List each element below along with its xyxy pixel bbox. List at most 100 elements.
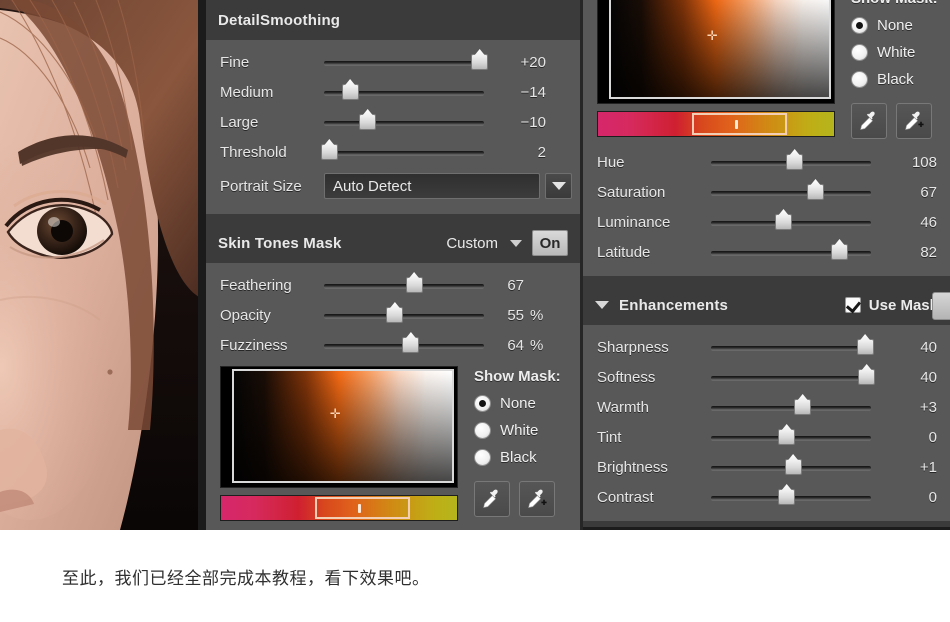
slider-knob-medium[interactable] [341, 84, 359, 100]
slider-row-medium[interactable]: Medium −14 [206, 77, 580, 107]
slider-knob-warmth[interactable] [794, 399, 812, 415]
slider-value-luminance: 46 [920, 213, 937, 231]
slider-row-tint[interactable]: Tint 0 [583, 422, 950, 452]
slider-row-large[interactable]: Large −10 [206, 107, 580, 137]
slider-value-warmth: +3 [919, 398, 937, 416]
slider-knob-saturation[interactable] [807, 184, 824, 200]
enhancements-panel: Enhancements Use Mask Sharpness 40 Softn… [583, 285, 950, 521]
radio-row-black[interactable]: Black [474, 444, 561, 471]
slider-knob-feathering[interactable] [405, 277, 423, 293]
skin-tones-mask-toggle[interactable]: On [532, 230, 568, 256]
slider-row-saturation[interactable]: Saturation 67 [583, 177, 950, 207]
slider-row-latitude[interactable]: Latitude 82 [583, 237, 950, 267]
detail-smoothing-body: Fine +20 Medium −14 Large −10 Threshold … [206, 40, 580, 214]
slider-track-warmth[interactable] [711, 396, 871, 418]
slider-knob-threshold[interactable] [320, 144, 338, 160]
use-mask-control[interactable]: Use Mask [844, 297, 938, 314]
hue-strip[interactable] [220, 495, 458, 521]
radio-row-white[interactable]: White [851, 39, 938, 66]
slider-knob-contrast[interactable] [778, 489, 796, 505]
slider-row-brightness[interactable]: Brightness +1 [583, 452, 950, 482]
slider-unit-opacity: % [530, 306, 544, 324]
slider-label-warmth: Warmth [597, 398, 649, 416]
radio-button-white[interactable] [851, 44, 868, 61]
slider-track-luminance[interactable] [711, 211, 871, 233]
eyedropper-button[interactable] [851, 103, 887, 139]
radio-button-black[interactable] [474, 449, 491, 466]
hue-selection-range[interactable] [315, 497, 410, 519]
gradient-inner-frame: ✛ [609, 0, 831, 99]
radio-row-white[interactable]: White [474, 417, 561, 444]
slider-knob-fuzziness[interactable] [402, 337, 420, 353]
radio-button-black[interactable] [851, 71, 868, 88]
slider-track-sharpness[interactable] [711, 336, 874, 358]
slider-track-hue[interactable] [711, 151, 871, 173]
detail-smoothing-header[interactable]: DetailSmoothing [206, 0, 580, 40]
slider-row-softness[interactable]: Softness 40 [583, 362, 950, 392]
slider-knob-latitude[interactable] [831, 244, 848, 260]
slider-row-fine[interactable]: Fine +20 [206, 47, 580, 77]
radio-button-none[interactable] [474, 395, 491, 412]
slider-row-hue[interactable]: Hue 108 [583, 147, 950, 177]
slider-track-medium[interactable] [324, 81, 484, 103]
eyedropper-button-group [851, 103, 938, 139]
slider-row-sharpness[interactable]: Sharpness 40 [583, 332, 950, 362]
slider-row-threshold[interactable]: Threshold 2 [206, 137, 580, 167]
slider-knob-hue[interactable] [786, 154, 804, 170]
slider-knob-brightness[interactable] [784, 459, 802, 475]
eyedropper-add-button[interactable] [519, 481, 555, 517]
slider-track-softness[interactable] [711, 366, 876, 388]
hue-selection-marker [734, 120, 738, 129]
slider-label-brightness: Brightness [597, 458, 668, 476]
radio-row-none[interactable]: None [851, 12, 938, 39]
portrait-size-dropdown-button[interactable] [545, 173, 572, 199]
slider-row-fuzziness[interactable]: Fuzziness 64 % [206, 330, 580, 360]
slider-row-opacity[interactable]: Opacity 55 % [206, 300, 580, 330]
slider-track-brightness[interactable] [711, 456, 871, 478]
slider-track-tint[interactable] [711, 426, 871, 448]
use-mask-checkbox[interactable] [844, 297, 861, 313]
eyedropper-button[interactable] [474, 481, 510, 517]
slider-knob-large[interactable] [359, 114, 377, 130]
radio-button-none[interactable] [851, 17, 868, 34]
saturation-value-gradient-box[interactable]: ✛ [220, 366, 458, 488]
chevron-down-icon [510, 239, 522, 247]
slider-track-threshold[interactable] [320, 141, 484, 163]
slider-knob-fine[interactable] [471, 54, 489, 70]
slider-row-contrast[interactable]: Contrast 0 [583, 482, 950, 512]
slider-track-saturation[interactable] [711, 181, 871, 203]
radio-button-white[interactable] [474, 422, 491, 439]
radio-row-black[interactable]: Black [851, 66, 938, 93]
saturation-value-gradient-box[interactable]: ✛ [597, 0, 835, 104]
slider-knob-softness[interactable] [858, 369, 876, 385]
portrait-photo-preview [0, 0, 206, 530]
slider-track-large[interactable] [324, 111, 484, 133]
slider-row-feathering[interactable]: Feathering 67 [206, 270, 580, 300]
skin-tones-preset-select[interactable]: Custom [446, 235, 522, 252]
radio-row-none[interactable]: None [474, 390, 561, 417]
triangle-down-icon[interactable] [595, 301, 609, 309]
slider-track-feathering[interactable] [324, 274, 484, 296]
slider-track-contrast[interactable] [711, 486, 871, 508]
eyedropper-add-button[interactable] [896, 103, 932, 139]
slider-track-fuzziness[interactable] [324, 334, 484, 356]
caption-text: 至此，我们已经全部完成本教程，看下效果吧。 [62, 568, 430, 589]
slider-knob-luminance[interactable] [775, 214, 792, 230]
slider-knob-sharpness[interactable] [856, 339, 874, 355]
slider-row-warmth[interactable]: Warmth +3 [583, 392, 950, 422]
hue-selection-range[interactable] [692, 113, 787, 135]
slider-row-luminance[interactable]: Luminance 46 [583, 207, 950, 237]
slider-knob-opacity[interactable] [386, 307, 404, 323]
color-panel: ✛ Show Mask: Non [583, 0, 950, 276]
slider-track-opacity[interactable] [324, 304, 484, 326]
enhancements-header[interactable]: Enhancements Use Mask [583, 285, 950, 325]
slider-track-latitude[interactable] [711, 241, 871, 263]
portrait-size-dropdown[interactable]: Auto Detect [324, 173, 540, 199]
slider-knob-tint[interactable] [778, 429, 796, 445]
slider-value-softness: 40 [920, 368, 937, 386]
slider-track-fine[interactable] [324, 51, 489, 73]
hue-strip[interactable] [597, 111, 835, 137]
enhancements-toggle-button[interactable] [932, 292, 950, 320]
skin-tones-mask-panel: Skin Tones Mask Custom On Feathering 67 … [206, 223, 580, 530]
color-picker-gradients: ✛ [597, 0, 837, 139]
